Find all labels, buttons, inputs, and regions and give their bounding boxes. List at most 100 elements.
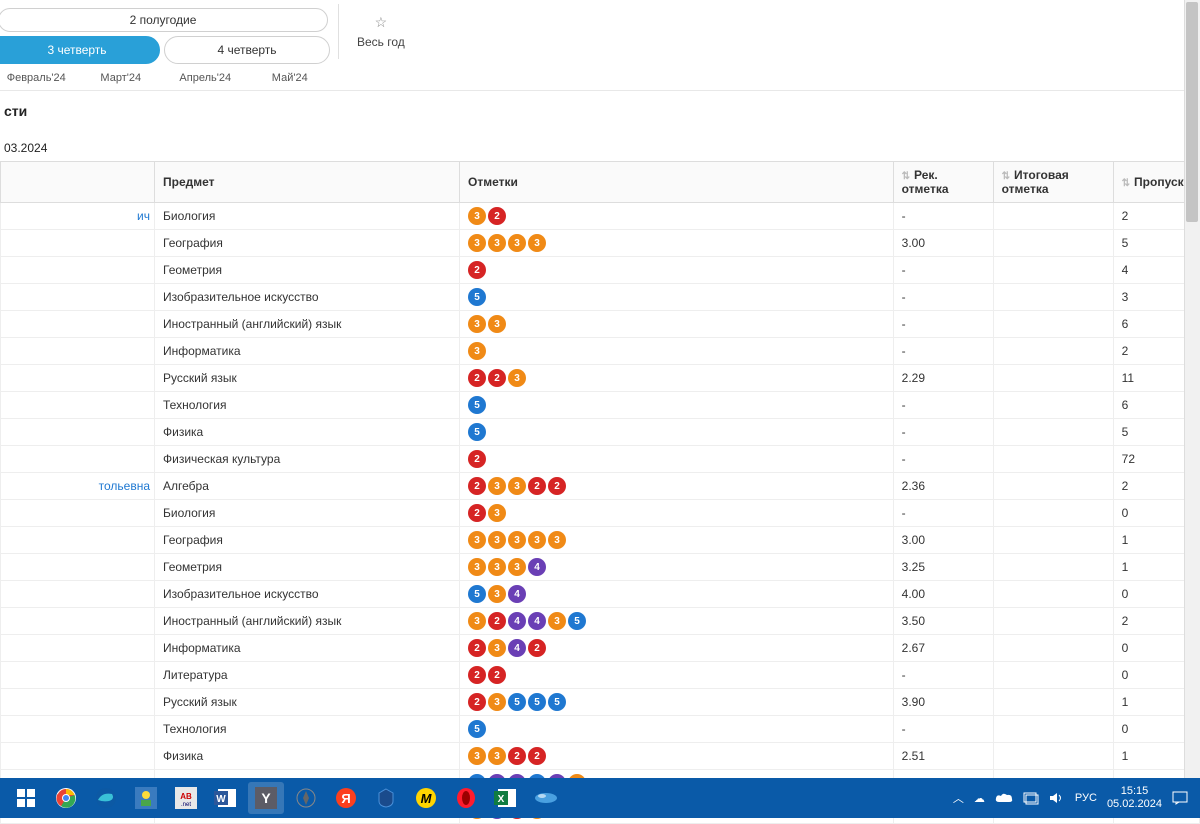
app-icon-6[interactable] [528, 782, 564, 814]
student-cell[interactable] [1, 500, 155, 527]
student-cell[interactable] [1, 716, 155, 743]
grade-badge[interactable]: 5 [468, 585, 486, 603]
student-cell[interactable] [1, 662, 155, 689]
grade-badge[interactable]: 3 [468, 612, 486, 630]
grade-badge[interactable]: 5 [508, 693, 526, 711]
student-cell[interactable] [1, 257, 155, 284]
scrollbar[interactable] [1184, 0, 1200, 778]
grade-badge[interactable]: 3 [508, 234, 526, 252]
month-apr[interactable]: Апрель'24 [163, 66, 248, 90]
opera-icon[interactable] [448, 782, 484, 814]
volume-icon[interactable] [1049, 791, 1065, 805]
student-cell[interactable] [1, 554, 155, 581]
weather-icon[interactable]: ☁ [974, 792, 985, 805]
student-cell[interactable] [1, 419, 155, 446]
col-final[interactable]: ⇅Итоговая отметка [993, 162, 1113, 203]
month-may[interactable]: Май'24 [248, 66, 333, 90]
grade-badge[interactable]: 5 [568, 612, 586, 630]
grade-badge[interactable]: 5 [468, 396, 486, 414]
grade-badge[interactable]: 3 [468, 234, 486, 252]
grade-badge[interactable]: 4 [528, 558, 546, 576]
col-student[interactable] [1, 162, 155, 203]
student-cell[interactable] [1, 527, 155, 554]
grade-badge[interactable]: 3 [488, 477, 506, 495]
grade-badge[interactable]: 2 [468, 504, 486, 522]
col-subject[interactable]: Предмет [155, 162, 460, 203]
quarter-4-tab[interactable]: 4 четверть [164, 36, 330, 64]
student-cell[interactable] [1, 743, 155, 770]
quarter-3-tab[interactable]: 3 четверть [0, 36, 160, 64]
grade-badge[interactable]: 4 [528, 612, 546, 630]
student-cell[interactable] [1, 311, 155, 338]
student-cell[interactable] [1, 581, 155, 608]
grade-badge[interactable]: 3 [488, 504, 506, 522]
grade-badge[interactable]: 3 [528, 531, 546, 549]
grade-badge[interactable]: 5 [468, 720, 486, 738]
student-cell[interactable] [1, 689, 155, 716]
clock[interactable]: 15:15 05.02.2024 [1107, 785, 1162, 811]
grade-badge[interactable]: 2 [488, 207, 506, 225]
month-mar[interactable]: Март'24 [79, 66, 164, 90]
grade-badge[interactable]: 2 [488, 369, 506, 387]
grade-badge[interactable]: 2 [508, 747, 526, 765]
yandex-icon[interactable]: Я [328, 782, 364, 814]
grade-badge[interactable]: 3 [508, 477, 526, 495]
student-cell[interactable] [1, 446, 155, 473]
grade-badge[interactable]: 5 [548, 693, 566, 711]
student-cell[interactable] [1, 230, 155, 257]
student-cell[interactable] [1, 365, 155, 392]
grade-badge[interactable]: 2 [528, 747, 546, 765]
network-icon[interactable] [1023, 791, 1039, 805]
grade-badge[interactable]: 2 [488, 666, 506, 684]
grade-badge[interactable]: 2 [528, 639, 546, 657]
start-button[interactable] [8, 782, 44, 814]
app-icon-4[interactable] [368, 782, 404, 814]
grade-badge[interactable]: 5 [468, 423, 486, 441]
grade-badge[interactable]: 3 [548, 531, 566, 549]
grade-badge[interactable]: 3 [508, 558, 526, 576]
grade-badge[interactable]: 5 [468, 288, 486, 306]
student-cell[interactable]: ич [1, 203, 155, 230]
scroll-thumb[interactable] [1186, 2, 1198, 222]
grade-badge[interactable]: 2 [468, 450, 486, 468]
notifications-icon[interactable] [1172, 791, 1188, 805]
yandex-browser-icon[interactable]: Y [248, 782, 284, 814]
app-icon-2[interactable]: AB.net [168, 782, 204, 814]
student-cell[interactable] [1, 392, 155, 419]
tray-chevron-icon[interactable]: ︿ [953, 790, 964, 806]
grade-badge[interactable]: 3 [488, 234, 506, 252]
student-cell[interactable] [1, 608, 155, 635]
student-cell[interactable]: тольевна [1, 473, 155, 500]
grade-badge[interactable]: 2 [548, 477, 566, 495]
month-feb[interactable]: Февраль'24 [0, 66, 79, 90]
grade-badge[interactable]: 3 [468, 558, 486, 576]
student-cell[interactable] [1, 635, 155, 662]
grade-badge[interactable]: 2 [488, 612, 506, 630]
grade-badge[interactable]: 2 [468, 639, 486, 657]
grade-badge[interactable]: 2 [468, 261, 486, 279]
grade-badge[interactable]: 3 [488, 639, 506, 657]
app-icon-5[interactable]: М [408, 782, 444, 814]
student-cell[interactable] [1, 284, 155, 311]
chrome-icon[interactable] [48, 782, 84, 814]
grade-badge[interactable]: 3 [468, 747, 486, 765]
app-icon-1[interactable] [128, 782, 164, 814]
grade-badge[interactable]: 4 [508, 585, 526, 603]
grade-badge[interactable]: 3 [468, 207, 486, 225]
grade-badge[interactable]: 3 [488, 315, 506, 333]
grade-badge[interactable]: 3 [488, 531, 506, 549]
word-icon[interactable]: W [208, 782, 244, 814]
grade-badge[interactable]: 3 [508, 369, 526, 387]
onedrive-icon[interactable] [995, 792, 1013, 804]
col-rec[interactable]: ⇅Рек. отметка [893, 162, 993, 203]
grade-badge[interactable]: 3 [488, 747, 506, 765]
grade-badge[interactable]: 3 [488, 693, 506, 711]
edge-icon[interactable] [88, 782, 124, 814]
grade-badge[interactable]: 3 [468, 531, 486, 549]
lang-indicator[interactable]: РУС [1075, 792, 1097, 804]
grade-badge[interactable]: 3 [468, 315, 486, 333]
grade-badge[interactable]: 3 [528, 234, 546, 252]
grade-badge[interactable]: 3 [488, 585, 506, 603]
grade-badge[interactable]: 2 [528, 477, 546, 495]
grade-badge[interactable]: 3 [508, 531, 526, 549]
